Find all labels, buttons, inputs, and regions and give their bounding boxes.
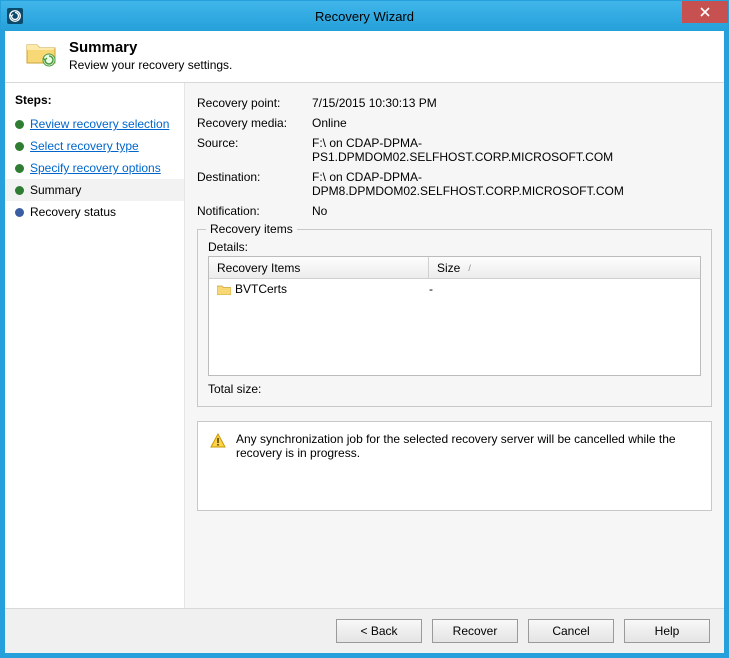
steps-panel: Steps: Review recovery selection Select … [5, 83, 185, 608]
recovery-items-table: Recovery Items Size / [208, 256, 701, 376]
help-button[interactable]: Help [624, 619, 710, 643]
close-button[interactable] [682, 1, 728, 23]
step-recovery-status: Recovery status [5, 201, 184, 223]
content-panel: Recovery point: 7/15/2015 10:30:13 PM Re… [185, 83, 724, 608]
recovery-point-label: Recovery point: [197, 96, 312, 110]
table-header: Recovery Items Size / [209, 257, 700, 279]
column-recovery-items[interactable]: Recovery Items [209, 257, 429, 278]
recovery-point-row: Recovery point: 7/15/2015 10:30:13 PM [197, 93, 712, 113]
total-size-row: Total size: [208, 382, 701, 396]
recovery-media-value: Online [312, 116, 712, 130]
step-specify-recovery-options[interactable]: Specify recovery options [5, 157, 184, 179]
details-label: Details: [208, 240, 701, 254]
bullet-icon [15, 120, 24, 129]
button-bar: < Back Recover Cancel Help [5, 608, 724, 653]
step-label: Summary [30, 183, 81, 197]
destination-value: F:\ on CDAP-DPMA-DPM8.DPMDOM02.SELFHOST.… [312, 170, 712, 198]
notification-row: Notification: No [197, 201, 712, 221]
wizard-header: Summary Review your recovery settings. [5, 31, 724, 83]
table-body: BVTCerts - [209, 279, 700, 375]
notification-value: No [312, 204, 712, 218]
step-label: Recovery status [30, 205, 116, 219]
recovery-wizard-window: Recovery Wizard Summary Review your reco… [0, 0, 729, 658]
recovery-items-group: Recovery items Details: Recovery Items S… [197, 229, 712, 407]
step-label: Review recovery selection [30, 117, 169, 131]
recovery-media-label: Recovery media: [197, 116, 312, 130]
notification-label: Notification: [197, 204, 312, 218]
warning-icon [210, 433, 226, 449]
titlebar: Recovery Wizard [1, 1, 728, 31]
column-label: Size [437, 261, 460, 275]
app-icon [7, 8, 23, 24]
bullet-icon [15, 186, 24, 195]
step-summary: Summary [5, 179, 184, 201]
column-size[interactable]: Size / [429, 257, 700, 278]
folder-icon [217, 284, 231, 295]
cancel-button[interactable]: Cancel [528, 619, 614, 643]
source-row: Source: F:\ on CDAP-DPMA-PS1.DPMDOM02.SE… [197, 133, 712, 167]
steps-heading: Steps: [5, 89, 184, 113]
step-select-recovery-type[interactable]: Select recovery type [5, 135, 184, 157]
bullet-icon [15, 164, 24, 173]
folder-recovery-icon [25, 39, 57, 67]
total-size-label: Total size: [208, 382, 261, 396]
source-label: Source: [197, 136, 312, 164]
destination-label: Destination: [197, 170, 312, 198]
step-label: Specify recovery options [30, 161, 161, 175]
row-name: BVTCerts [235, 282, 287, 296]
step-review-recovery-selection[interactable]: Review recovery selection [5, 113, 184, 135]
table-row[interactable]: BVTCerts - [209, 279, 700, 299]
recovery-point-value: 7/15/2015 10:30:13 PM [312, 96, 712, 110]
row-size: - [429, 282, 692, 296]
page-subtitle: Review your recovery settings. [69, 58, 232, 72]
recovery-media-row: Recovery media: Online [197, 113, 712, 133]
recovery-items-legend: Recovery items [206, 222, 297, 236]
bullet-icon [15, 142, 24, 151]
step-label: Select recovery type [30, 139, 139, 153]
window-title: Recovery Wizard [1, 9, 728, 24]
recover-button[interactable]: Recover [432, 619, 518, 643]
column-label: Recovery Items [217, 261, 300, 275]
bullet-icon [15, 208, 24, 217]
warning-box: Any synchronization job for the selected… [197, 421, 712, 511]
back-button[interactable]: < Back [336, 619, 422, 643]
source-value: F:\ on CDAP-DPMA-PS1.DPMDOM02.SELFHOST.C… [312, 136, 712, 164]
page-title: Summary [69, 39, 232, 56]
destination-row: Destination: F:\ on CDAP-DPMA-DPM8.DPMDO… [197, 167, 712, 201]
client-area: Summary Review your recovery settings. S… [1, 31, 728, 657]
sort-asc-icon: / [468, 263, 471, 273]
warning-text: Any synchronization job for the selected… [236, 432, 699, 500]
